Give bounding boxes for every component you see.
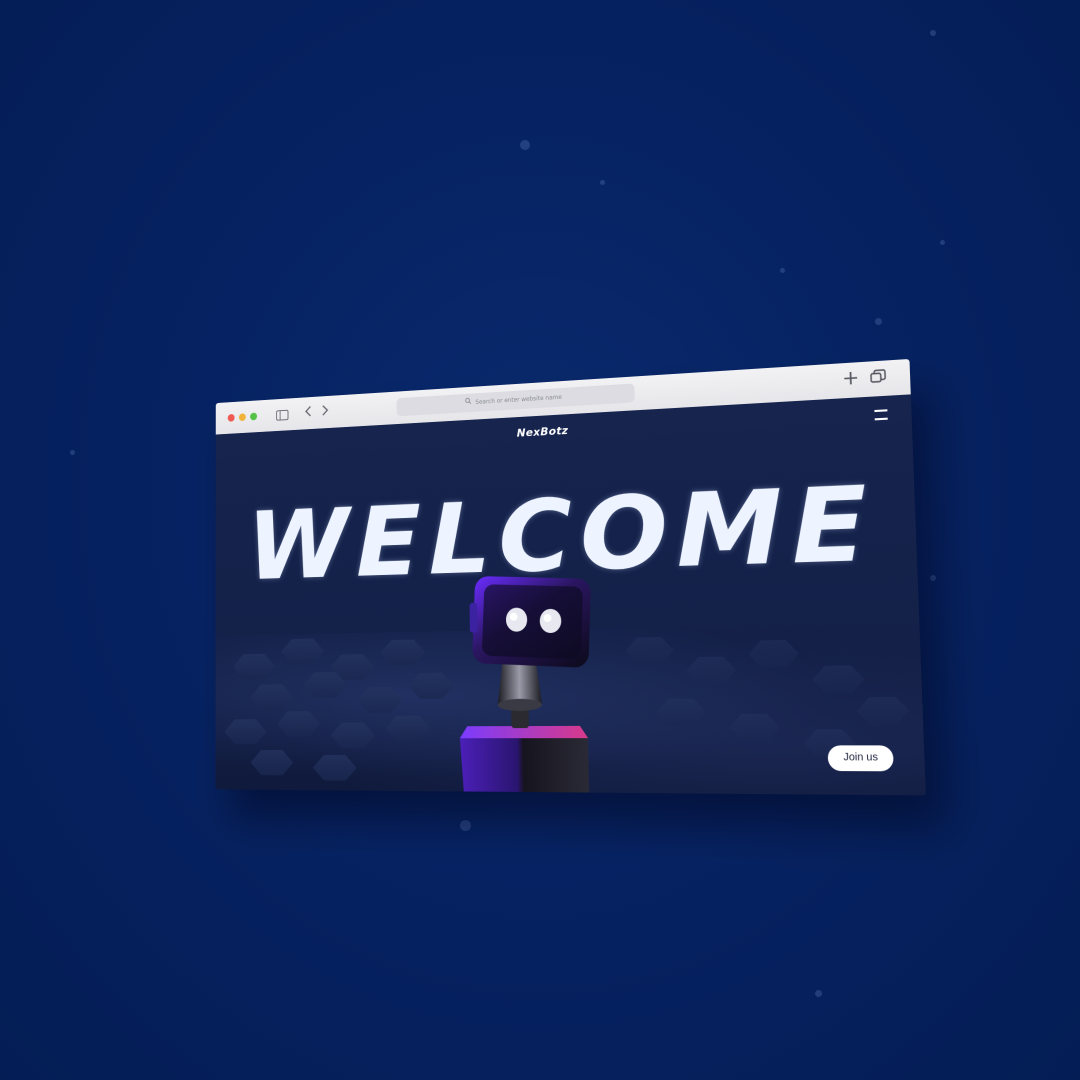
magnifier-icon — [465, 394, 472, 413]
address-placeholder: Search or enter website name — [475, 393, 562, 406]
zoom-window-button[interactable] — [250, 412, 258, 421]
chevron-right-icon[interactable] — [320, 403, 329, 422]
robot-mascot-illustration — [459, 576, 592, 796]
mockup-stage: Search or enter website name NexBotz WEL… — [0, 0, 1080, 1080]
browser-window: Search or enter website name NexBotz WEL… — [215, 358, 926, 796]
chevron-left-icon[interactable] — [304, 404, 313, 423]
plus-icon[interactable] — [843, 371, 859, 393]
hamburger-menu-icon[interactable] — [874, 409, 888, 421]
website-viewport: NexBotz WELCOME Join us — [215, 394, 926, 796]
minimize-window-button[interactable] — [238, 413, 246, 422]
tabs-overview-icon[interactable] — [870, 369, 887, 391]
join-us-button[interactable]: Join us — [827, 745, 894, 772]
sidebar-icon[interactable] — [276, 409, 289, 421]
close-window-button[interactable] — [227, 413, 235, 422]
page-background: { "browser": { "address_placeholder": "S… — [0, 0, 1080, 1080]
